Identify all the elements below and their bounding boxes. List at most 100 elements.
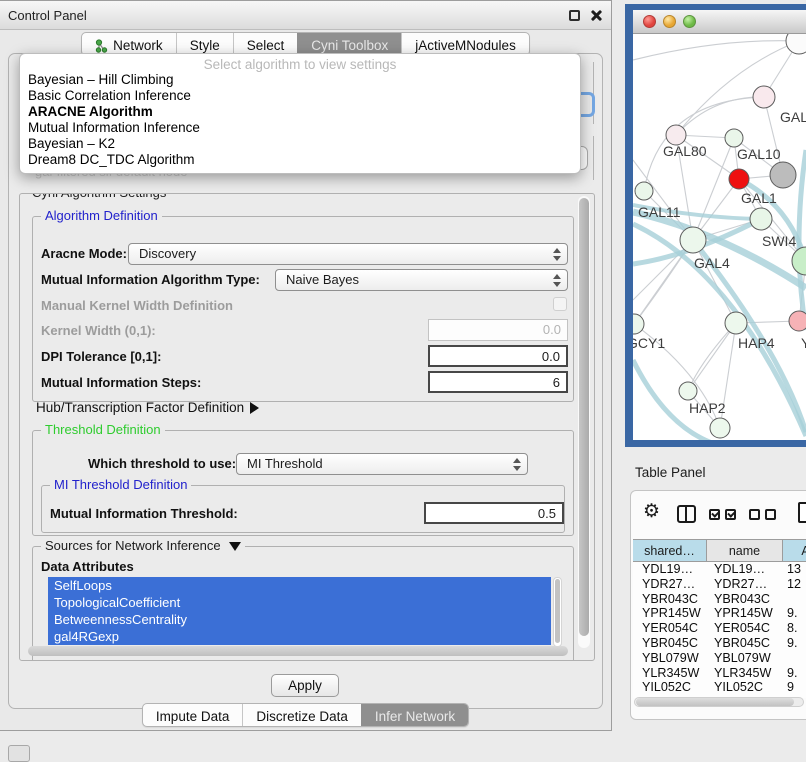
tab-impute-data[interactable]: Impute Data	[143, 704, 243, 726]
unchecked-checkbox-icon[interactable]	[749, 509, 760, 520]
table-column-header[interactable]: name	[707, 540, 783, 561]
gear-icon[interactable]: ⚙	[643, 500, 660, 523]
columns-icon[interactable]	[677, 505, 696, 523]
data-attributes-label: Data Attributes	[41, 559, 134, 574]
zoom-window-icon[interactable]	[683, 15, 696, 28]
checked-checkbox-icon[interactable]	[709, 509, 720, 520]
algorithm-option-dream8-dc-tdc-algorithm[interactable]: Dream8 DC_TDC Algorithm	[20, 152, 580, 168]
network-node-swi4[interactable]	[750, 208, 772, 230]
table-cell: YDR27…	[633, 577, 707, 592]
close-panel-icon[interactable]	[590, 9, 603, 22]
network-node-label: GAL	[780, 109, 806, 125]
tab-infer-network[interactable]: Infer Network	[361, 704, 468, 726]
tab-label: Network	[113, 38, 163, 53]
table-row[interactable]: YBL079WYBL079W	[633, 651, 806, 666]
table-cell: 8.	[783, 621, 806, 636]
page-icon[interactable]	[798, 502, 806, 523]
table-row[interactable]: YDL19…YDL19…13	[633, 562, 806, 577]
attributes-scrollbar[interactable]	[553, 577, 562, 647]
table-row[interactable]: YBR043CYBR043C	[633, 592, 806, 607]
table-cell: YBR043C	[707, 592, 783, 607]
mi-algorithm-type-select[interactable]: Naive Bayes	[275, 269, 568, 291]
network-node-gal4[interactable]	[680, 227, 706, 253]
mi-threshold-label: Mutual Information Threshold:	[50, 506, 238, 521]
control-panel-window: Control Panel Network StyleSelect Cyni Too…	[0, 0, 612, 731]
sources-group-title[interactable]: Sources for Network Inference	[41, 538, 245, 553]
network-node-gal11[interactable]	[635, 182, 653, 200]
table-row[interactable]: YBR045CYBR045C9.	[633, 636, 806, 651]
settings-vertical-scrollbar[interactable]	[578, 196, 590, 648]
minimize-window-icon[interactable]	[663, 15, 676, 28]
hub-definition-toggle[interactable]: Hub/Transcription Factor Definition	[36, 400, 259, 415]
close-window-icon[interactable]	[643, 15, 656, 28]
dpi-tolerance-field[interactable]: 0.0	[428, 345, 568, 367]
network-node-y[interactable]	[789, 311, 806, 331]
table-cell: YBR045C	[633, 636, 707, 651]
algorithm-option-bayesian-k2[interactable]: Bayesian – K2	[20, 136, 580, 152]
tab-label: Cyni Toolbox	[311, 38, 388, 53]
network-node-gal10[interactable]	[725, 129, 743, 147]
table-panel: ⚙ shared…nameA YDL19…YDL19…13YDR27…YDR27…	[630, 490, 806, 720]
table-row[interactable]: YER054CYER054C8.	[633, 621, 806, 636]
float-panel-icon[interactable]	[569, 10, 580, 21]
table-row[interactable]: YLR345WYLR345W9.	[633, 666, 806, 681]
algorithm-option-mutual-information-inference[interactable]: Mutual Information Inference	[20, 120, 580, 136]
tab-cyni-toolbox[interactable]: Cyni Toolbox	[297, 33, 401, 55]
table-horizontal-scrollbar[interactable]	[634, 697, 804, 707]
table-cell: YDL19…	[633, 562, 707, 577]
tab-discretize-data[interactable]: Discretize Data	[242, 704, 361, 726]
collapsed-triangle-icon	[250, 402, 259, 414]
tab-network[interactable]: Network	[82, 33, 176, 55]
table-cell: YPR145W	[707, 606, 783, 621]
combo-arrows-icon	[553, 273, 561, 288]
tab-style[interactable]: Style	[176, 33, 233, 55]
collapsed-panel-button[interactable]	[8, 745, 30, 762]
network-node-label: GAL11	[638, 204, 681, 220]
data-attribute-item[interactable]: BetweennessCentrality	[48, 611, 551, 628]
network-node[interactable]	[770, 162, 796, 188]
table-panel-title: Table Panel	[635, 465, 706, 480]
mi-steps-field[interactable]: 6	[428, 371, 568, 393]
checked-checkbox-icon[interactable]	[725, 509, 736, 520]
data-attribute-item[interactable]: SelfLoops	[48, 577, 551, 594]
network-node[interactable]	[786, 34, 806, 54]
network-node-label: GAL80	[663, 143, 707, 159]
table-column-header[interactable]: A	[783, 540, 806, 561]
apply-button[interactable]: Apply	[271, 674, 339, 697]
network-node-gal[interactable]	[753, 86, 775, 108]
network-graph-canvas[interactable]: GALGAL80GAL10GAL1GAL11SWI4GAL4GCY1HAP4YH…	[633, 34, 806, 440]
data-attribute-item[interactable]: gal4RGexp	[48, 628, 551, 645]
unchecked-checkbox-icon[interactable]	[765, 509, 776, 520]
network-node-gcy1[interactable]	[633, 314, 644, 334]
network-node-gal1[interactable]	[729, 169, 749, 189]
sources-title-text: Sources for Network Inference	[45, 538, 221, 553]
kernel-width-field[interactable]: 0.0	[428, 319, 568, 341]
algorithm-option-aracne-algorithm[interactable]: ARACNE Algorithm	[20, 104, 580, 120]
algorithm-option-bayesian-hill-climbing[interactable]: Bayesian – Hill Climbing	[20, 72, 580, 88]
table-column-header[interactable]: shared…	[633, 540, 707, 561]
data-attribute-item[interactable]: TopologicalCoefficient	[48, 594, 551, 611]
which-threshold-select[interactable]: MI Threshold	[236, 453, 528, 475]
algorithm-definition-group: Algorithm Definition Aracne Mode: Discov…	[32, 216, 574, 402]
network-node-gal80[interactable]	[666, 125, 686, 145]
network-node[interactable]	[710, 418, 730, 438]
table-row[interactable]: YDR27…YDR27…12	[633, 577, 806, 592]
settings-horizontal-scrollbar[interactable]	[26, 646, 578, 656]
tab-select[interactable]: Select	[233, 33, 298, 55]
algorithm-option-basic-correlation-inference[interactable]: Basic Correlation Inference	[20, 88, 580, 104]
table-row[interactable]: YPR145WYPR145W9.	[633, 606, 806, 621]
table-cell: 9.	[783, 636, 806, 651]
manual-kernel-checkbox[interactable]	[553, 297, 567, 311]
network-node[interactable]	[792, 247, 806, 275]
panel-title: Control Panel	[8, 8, 87, 23]
network-node-hap2[interactable]	[679, 382, 697, 400]
mi-threshold-field[interactable]: 0.5	[424, 502, 564, 524]
network-window-titlebar	[633, 10, 806, 34]
aracne-mode-select[interactable]: Discovery	[128, 243, 568, 265]
which-threshold-value: MI Threshold	[247, 456, 323, 471]
tab-jactivemnodules[interactable]: jActiveMNodules	[401, 33, 529, 55]
kernel-width-label: Kernel Width (0,1):	[41, 323, 156, 338]
network-node-hap4[interactable]	[725, 312, 747, 334]
table-row[interactable]: YIL052CYIL052C9	[633, 680, 806, 695]
which-threshold-label: Which threshold to use:	[88, 456, 236, 471]
